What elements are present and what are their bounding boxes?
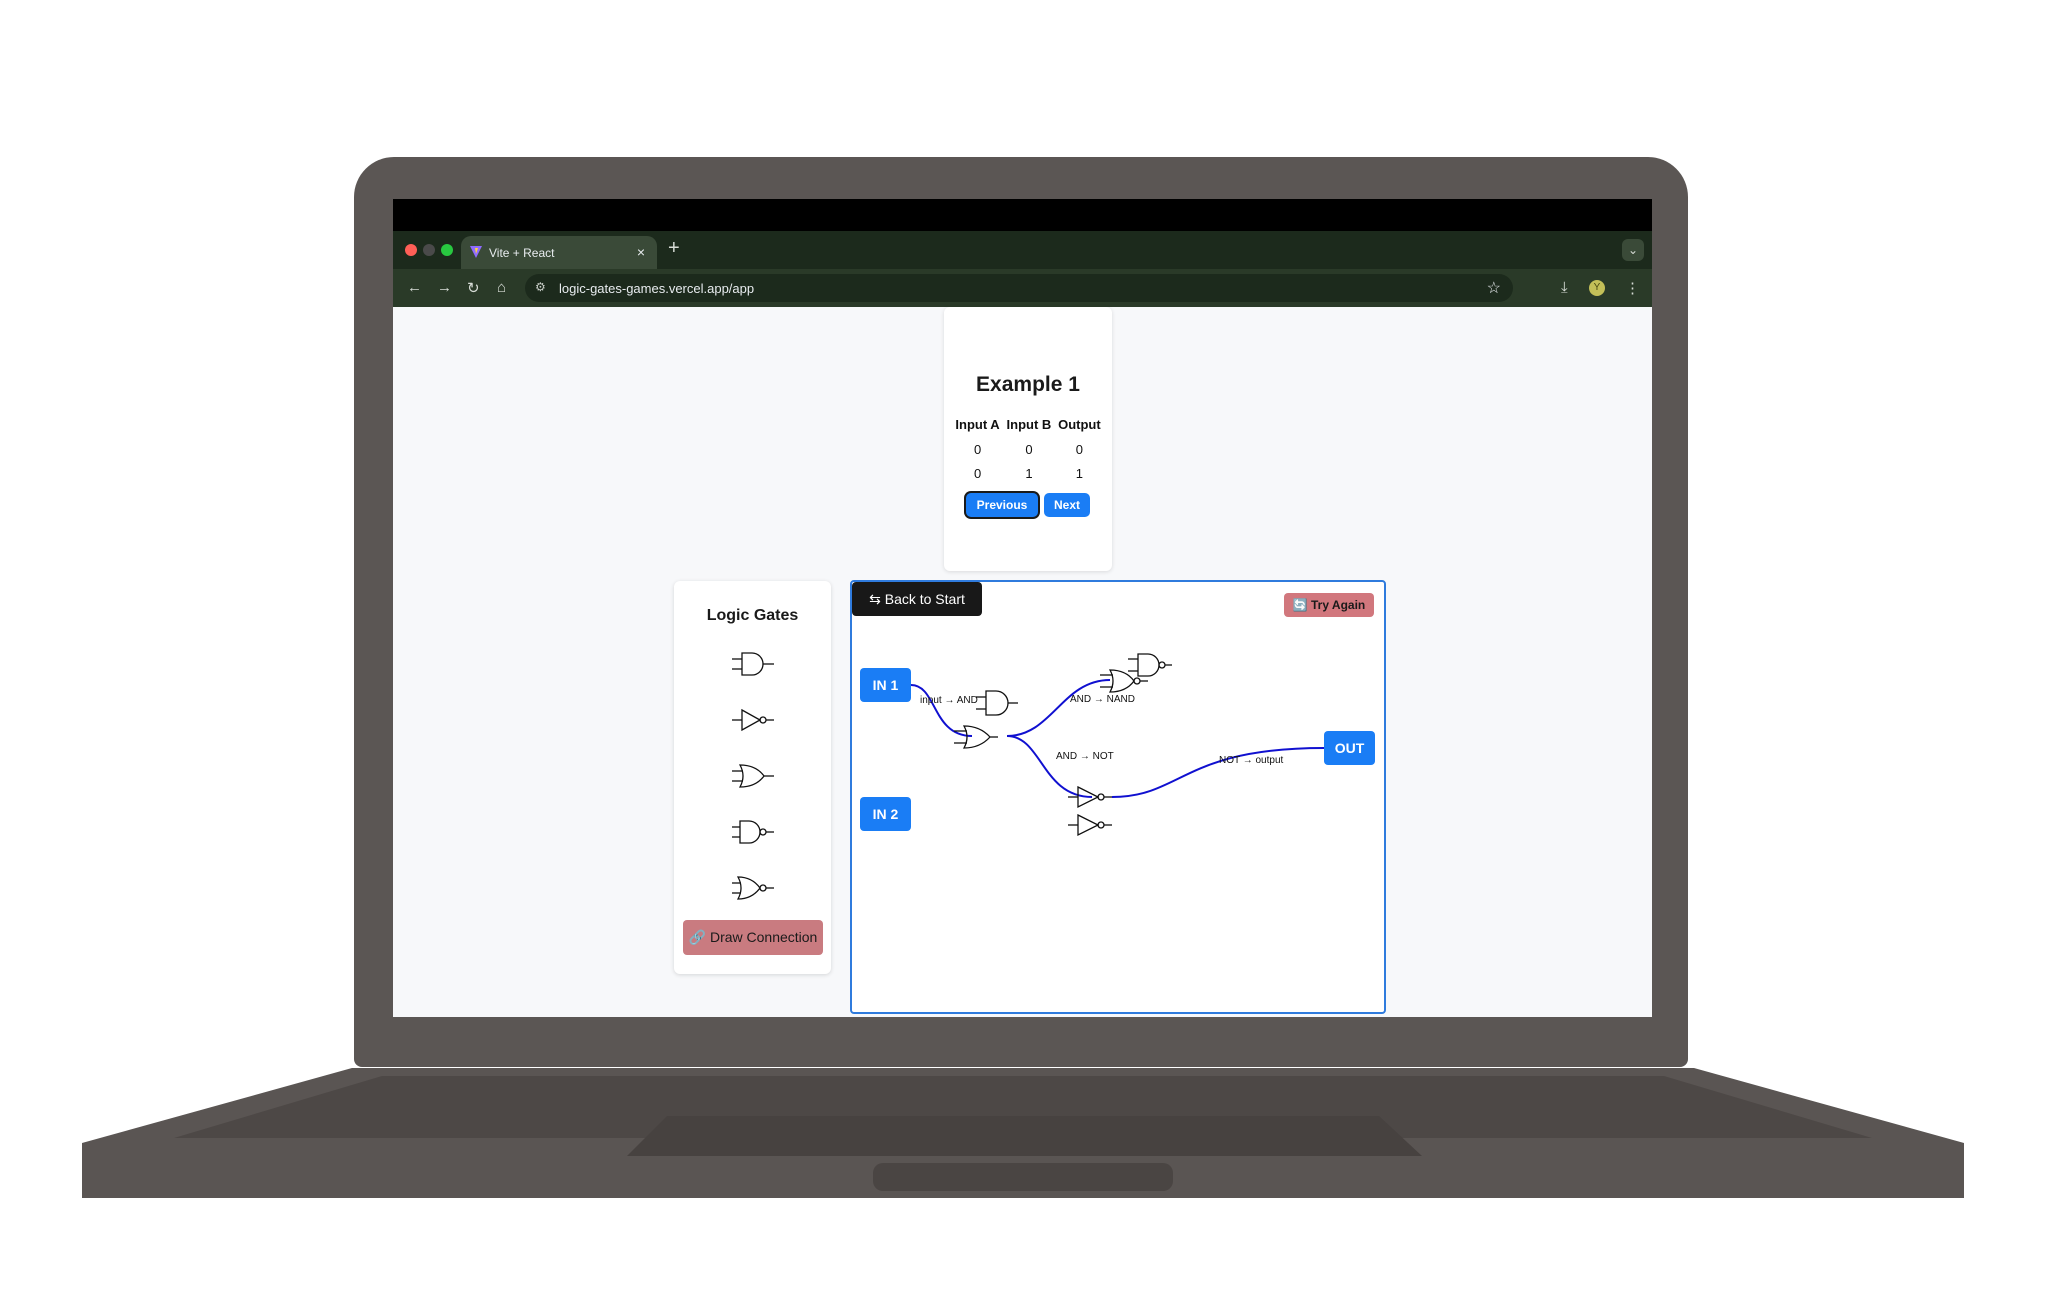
next-button[interactable]: Next [1044,493,1090,517]
and-gate-icon [976,690,1018,716]
nand-gate-icon [1128,653,1172,677]
browser-tab[interactable]: Vite + React × [461,236,657,269]
new-tab-button[interactable]: + [668,237,680,260]
logic-gates-panel: Logic Gates 🔗 Draw Connection [674,581,831,974]
url-text[interactable]: logic-gates-games.vercel.app/app [559,281,754,296]
zoom-window-dot[interactable] [441,244,453,256]
forward-arrow-icon[interactable]: → [437,279,452,296]
example-title: Example 1 [976,373,1080,396]
table-row: 0 1 1 [952,462,1104,486]
circuit-canvas[interactable]: ⇆ Back to Start 🔄 Try Again IN 1 IN 2 OU… [850,580,1386,1014]
previous-button[interactable]: Previous [966,493,1038,517]
page-content: Example 1 Input A Input B Output 0 0 0 0… [393,307,1652,1017]
truth-header: Input A [955,417,1000,432]
try-again-button[interactable]: 🔄 Try Again [1284,593,1374,617]
wire-input-and [910,684,973,737]
wire-label: AND → NAND [1070,694,1136,705]
laptop-base [82,1068,1964,1198]
truth-table: Input A Input B Output 0 0 0 0 1 1 [952,417,1104,486]
or-gate-icon[interactable] [730,761,776,791]
wire-label: AND → NOT [1056,751,1114,762]
nand-gate-icon[interactable] [730,817,776,847]
or-gate-icon [954,725,998,749]
home-icon[interactable]: ⌂ [497,279,506,296]
truth-cell: 0 [1075,442,1083,457]
back-arrow-icon[interactable]: ← [407,279,422,296]
tab-search-button[interactable]: ⌄ [1622,239,1644,261]
close-window-dot[interactable] [405,244,417,256]
truth-cell: 0 [1025,442,1033,457]
tab-close-icon[interactable]: × [637,244,645,260]
wire-label: input → AND [920,695,978,706]
download-icon[interactable]: ⤓ [1561,279,1568,296]
table-row: 0 0 0 [952,438,1104,462]
browser-toolbar: ← → ↻ ⌂ ⚙ logic-gates-games.vercel.app/a… [393,269,1652,307]
minimize-window-dot[interactable] [423,244,435,256]
and-gate-icon[interactable] [730,649,776,679]
input-node-2[interactable]: IN 2 [860,797,911,831]
not-gate-icon [1068,813,1112,837]
browser-menu-icon[interactable]: ⋮ [1625,279,1640,297]
wire-and-nand [1006,679,1111,737]
draw-connection-button[interactable]: 🔗 Draw Connection [683,920,823,955]
tab-bar: Vite + React × + ⌄ [393,231,1652,269]
input-node-1[interactable]: IN 1 [860,668,911,702]
back-to-start-button[interactable]: ⇆ Back to Start [852,582,982,616]
screen: Vite + React × + ⌄ ← → ↻ ⌂ ⚙ logic-gates… [393,199,1652,1017]
wire-not-output [1111,747,1325,798]
truth-cell: 0 [973,442,982,457]
bookmark-star-icon[interactable]: ☆ [1487,278,1501,298]
truth-header: Input B [1006,417,1052,432]
nor-gate-icon[interactable] [730,873,776,903]
site-settings-icon[interactable]: ⚙ [535,280,546,294]
not-gate-icon[interactable] [730,705,776,735]
circuit-wires [910,653,1325,837]
truth-header: Output [1058,417,1101,432]
example-card: Example 1 Input A Input B Output 0 0 0 0… [944,307,1112,571]
truth-cell: 1 [1075,466,1083,481]
truth-cell: 1 [1025,466,1033,481]
vite-logo-icon [470,246,482,258]
gates-panel-title: Logic Gates [706,607,799,624]
wire-label: NOT → output [1219,755,1284,766]
address-bar[interactable]: ⚙ logic-gates-games.vercel.app/app ☆ [525,274,1513,302]
output-node[interactable]: OUT [1324,731,1375,765]
reload-icon[interactable]: ↻ [467,279,480,297]
truth-cell: 0 [973,466,982,481]
tab-title: Vite + React [489,246,555,260]
menu-strip [393,199,1652,231]
profile-avatar[interactable]: Y [1589,280,1605,296]
